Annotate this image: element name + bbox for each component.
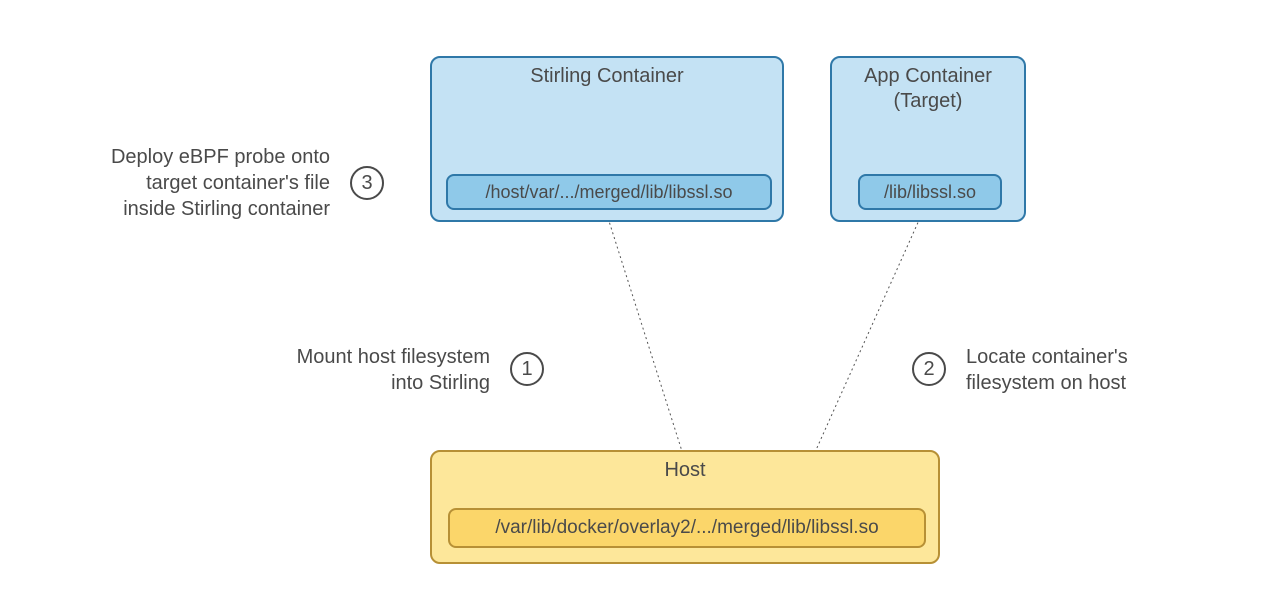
step-1-line1: Mount host filesystem: [297, 346, 490, 368]
step-3-number: 3: [361, 172, 372, 195]
step-1-number: 1: [521, 358, 532, 381]
host-box: Host /var/lib/docker/overlay2/.../merged…: [430, 450, 940, 564]
step-1-label: Mount host filesystem into Stirling: [260, 344, 490, 396]
step-2-line1: Locate container's: [966, 346, 1128, 368]
app-path-box: /lib/libssl.so: [858, 174, 1002, 210]
app-title-line2: (Target): [894, 90, 963, 112]
step-2-number: 2: [923, 358, 934, 381]
stirling-container-title: Stirling Container: [432, 58, 782, 89]
diagram-stage: Stirling Container /host/var/.../merged/…: [0, 0, 1280, 614]
step-3-line3: inside Stirling container: [123, 198, 330, 220]
app-title-line1: App Container: [864, 65, 992, 87]
step-3-circle: 3: [350, 166, 384, 200]
app-container-title: App Container (Target): [832, 58, 1024, 114]
stirling-path-box: /host/var/.../merged/lib/libssl.so: [446, 174, 772, 210]
step-3-line2: target container's file: [146, 172, 330, 194]
stirling-container-box: Stirling Container /host/var/.../merged/…: [430, 56, 784, 222]
step-2-line2: filesystem on host: [966, 372, 1126, 394]
stirling-path-text: /host/var/.../merged/lib/libssl.so: [485, 182, 732, 203]
step-3-label: Deploy eBPF probe onto target container'…: [70, 144, 330, 222]
host-title: Host: [432, 452, 938, 483]
step-2-label: Locate container's filesystem on host: [966, 344, 1196, 396]
host-path-text: /var/lib/docker/overlay2/.../merged/lib/…: [495, 517, 878, 539]
app-container-box: App Container (Target) /lib/libssl.so: [830, 56, 1026, 222]
step-2-circle: 2: [912, 352, 946, 386]
host-path-box: /var/lib/docker/overlay2/.../merged/lib/…: [448, 508, 926, 548]
app-path-text: /lib/libssl.so: [884, 182, 976, 203]
step-1-line2: into Stirling: [391, 372, 490, 394]
step-3-line1: Deploy eBPF probe onto: [111, 146, 330, 168]
step-1-circle: 1: [510, 352, 544, 386]
